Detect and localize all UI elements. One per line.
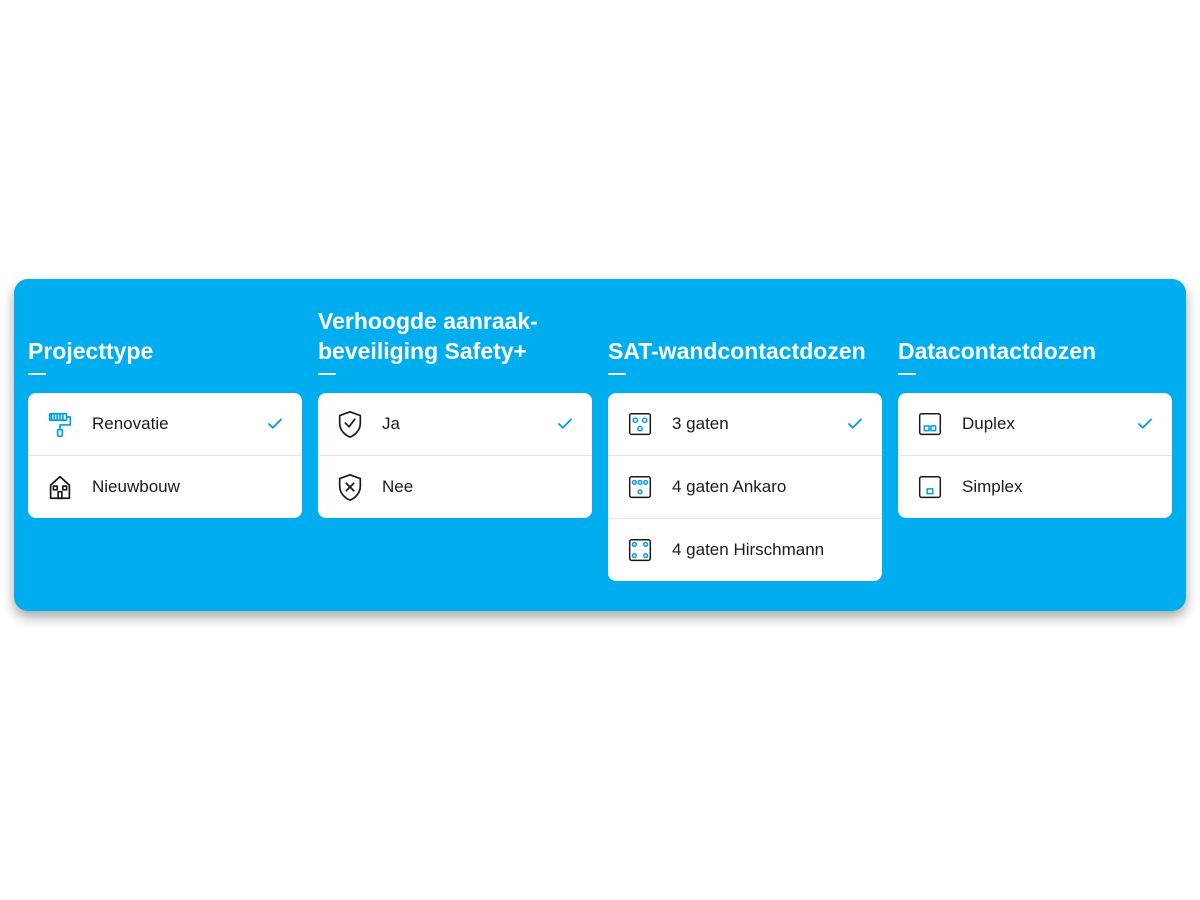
- option-4-gaten-hirschmann[interactable]: 4 gaten Hirschmann: [608, 518, 882, 581]
- shield-x-icon: [334, 471, 366, 503]
- check-icon: [266, 415, 284, 433]
- check-icon: [1136, 415, 1154, 433]
- option-label: 4 gaten Ankaro: [672, 477, 864, 497]
- check-icon: [846, 415, 864, 433]
- filter-panel: Projecttype Renovatie: [14, 279, 1186, 611]
- column-projecttype: Projecttype Renovatie: [28, 307, 302, 518]
- column-heading: SAT-wandcontactdozen: [608, 307, 882, 369]
- heading-underline: [898, 373, 916, 375]
- option-label: Nee: [382, 477, 574, 497]
- option-4-gaten-ankaro[interactable]: 4 gaten Ankaro: [608, 455, 882, 518]
- option-list: Ja Nee: [318, 393, 592, 518]
- column-data: Datacontactdozen Duplex: [898, 307, 1172, 518]
- heading-underline: [28, 373, 46, 375]
- option-nieuwbouw[interactable]: Nieuwbouw: [28, 455, 302, 518]
- socket-4-top-icon: [624, 471, 656, 503]
- heading-underline: [318, 373, 336, 375]
- shield-check-icon: [334, 408, 366, 440]
- column-heading: Projecttype: [28, 307, 302, 369]
- option-list: Renovatie Nieuwbouw: [28, 393, 302, 518]
- column-sat: SAT-wandcontactdozen 3 gaten: [608, 307, 882, 581]
- option-label: Ja: [382, 414, 540, 434]
- option-list: Duplex Simplex: [898, 393, 1172, 518]
- option-list: 3 gaten 4 gaten Ankaro: [608, 393, 882, 581]
- option-label: Renovatie: [92, 414, 250, 434]
- column-safety: Verhoogde aanraak-beveiliging Safety+ Ja: [318, 307, 592, 518]
- column-heading: Verhoogde aanraak-beveiliging Safety+: [318, 307, 592, 369]
- check-icon: [556, 415, 574, 433]
- option-3-gaten[interactable]: 3 gaten: [608, 393, 882, 455]
- socket-4-corner-icon: [624, 534, 656, 566]
- option-label: Duplex: [962, 414, 1120, 434]
- data-duplex-icon: [914, 408, 946, 440]
- option-ja[interactable]: Ja: [318, 393, 592, 455]
- option-duplex[interactable]: Duplex: [898, 393, 1172, 455]
- option-label: Simplex: [962, 477, 1154, 497]
- column-heading: Datacontactdozen: [898, 307, 1172, 369]
- heading-underline: [608, 373, 626, 375]
- house-icon: [44, 471, 76, 503]
- option-label: 4 gaten Hirschmann: [672, 540, 864, 560]
- data-simplex-icon: [914, 471, 946, 503]
- paint-roller-icon: [44, 408, 76, 440]
- socket-3-holes-icon: [624, 408, 656, 440]
- option-label: 3 gaten: [672, 414, 830, 434]
- option-label: Nieuwbouw: [92, 477, 284, 497]
- option-simplex[interactable]: Simplex: [898, 455, 1172, 518]
- option-renovatie[interactable]: Renovatie: [28, 393, 302, 455]
- option-nee[interactable]: Nee: [318, 455, 592, 518]
